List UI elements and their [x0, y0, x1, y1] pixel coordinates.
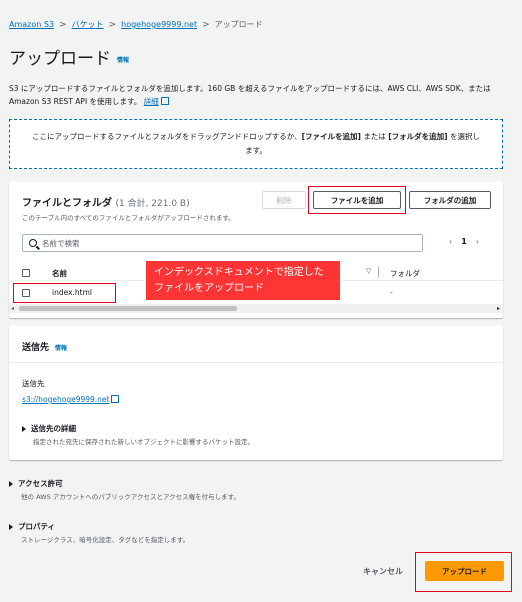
- destination-details-toggle[interactable]: 送信先の詳細: [22, 423, 76, 434]
- cancel-button[interactable]: キャンセル: [363, 566, 403, 577]
- drop-zone-add-folder: [フォルダを追加]: [388, 132, 448, 141]
- page-description: S3 にアップロードするファイルとフォルダを追加します。160 GB を超えるフ…: [9, 82, 509, 108]
- destination-label: 送信先: [22, 379, 45, 388]
- scroll-left-icon[interactable]: ◂: [11, 305, 14, 312]
- breadcrumb-amazon-s3[interactable]: Amazon S3: [9, 20, 54, 29]
- annotation-callout: インデックスドキュメントで指定したファイルをアップロード: [145, 260, 341, 301]
- delete-button[interactable]: 削除: [262, 191, 306, 209]
- permissions-desc: 他の AWS アカウントへのパブリックアクセスとアクセス権を付与します。: [21, 493, 240, 501]
- properties-toggle[interactable]: プロパティ: [9, 521, 55, 532]
- scrollbar-thumb[interactable]: [19, 306, 237, 311]
- search-input[interactable]: 名前で検索: [22, 234, 423, 252]
- add-folder-button[interactable]: フォルダの追加: [409, 191, 491, 209]
- chevron-right-icon: >: [59, 20, 67, 30]
- index-file-highlight: [13, 283, 116, 303]
- drop-zone-add-files: [ファイルを追加]: [301, 132, 361, 141]
- select-all-checkbox[interactable]: [22, 269, 30, 277]
- chevron-right-icon: >: [108, 20, 117, 30]
- destination-details-desc: 指定された宛先に保存された新しいオブジェクトに影響するバケット設定。: [33, 438, 254, 446]
- breadcrumb-bucket-name[interactable]: hogehoge9999.net: [121, 20, 197, 29]
- prev-page-icon[interactable]: ‹: [449, 237, 452, 246]
- destination-title-text: 送信先: [22, 343, 50, 353]
- row-folder: -: [390, 288, 393, 297]
- permissions-title: アクセス許可: [18, 479, 63, 488]
- caret-right-icon: [9, 481, 13, 487]
- sort-down-icon[interactable]: ▽: [366, 267, 371, 275]
- files-count: (1 合計, 221.0 B): [115, 199, 190, 209]
- caret-right-icon: [22, 426, 26, 432]
- drop-zone-middle: または: [360, 132, 389, 141]
- learn-more-link[interactable]: 詳細: [144, 97, 159, 106]
- files-panel-subtitle: このテーブル内のすべてのファイルとフォルダがアップロードされます。: [22, 214, 235, 222]
- files-panel-title-text: ファイルとフォルダ: [22, 198, 112, 209]
- page-number[interactable]: 1: [461, 237, 467, 246]
- external-link-icon: [111, 395, 120, 403]
- breadcrumb-buckets[interactable]: バケット: [72, 20, 104, 29]
- upload-highlight: [415, 552, 512, 592]
- permissions-toggle[interactable]: アクセス許可: [9, 478, 63, 489]
- column-header-folder[interactable]: フォルダ: [390, 268, 420, 279]
- destination-info-link[interactable]: 情報: [55, 345, 67, 352]
- pagination: ‹ 1 ›: [449, 237, 479, 246]
- drop-zone-text: ここにアップロードするファイルとフォルダをドラッグアンドドロップするか、[ファイ…: [30, 130, 482, 158]
- column-header-name[interactable]: 名前: [52, 268, 67, 279]
- drop-zone[interactable]: ここにアップロードするファイルとフォルダをドラッグアンドドロップするか、[ファイ…: [9, 119, 503, 169]
- destination-link-wrap: s3://hogehoge9999.net: [22, 394, 120, 404]
- search-placeholder: 名前で検索: [42, 238, 80, 248]
- external-link-icon: [160, 97, 169, 105]
- page-title-text: アップロード: [9, 49, 111, 69]
- destination-panel: 送信先 情報 送信先 s3://hogehoge9999.net 送信先の詳細 指…: [9, 326, 503, 460]
- caret-right-icon: [9, 524, 13, 530]
- search-icon: [29, 239, 37, 247]
- chevron-right-icon: >: [202, 20, 210, 30]
- page-title: アップロード 情報: [9, 44, 129, 69]
- add-files-highlight: [308, 186, 406, 214]
- divider: [9, 362, 503, 363]
- info-link[interactable]: 情報: [117, 57, 129, 64]
- files-panel-title: ファイルとフォルダ (1 合計, 221.0 B): [22, 194, 190, 209]
- properties-desc: ストレージクラス、暗号化設定、タグなどを指定します。: [21, 536, 190, 544]
- scroll-right-icon[interactable]: ▸: [497, 305, 500, 312]
- next-page-icon[interactable]: ›: [476, 237, 479, 246]
- destination-link[interactable]: s3://hogehoge9999.net: [22, 395, 109, 404]
- drop-zone-text-before: ここにアップロードするファイルとフォルダをドラッグアンドドロップするか、: [32, 132, 302, 141]
- breadcrumb-current: アップロード: [214, 20, 263, 29]
- description-text: S3 にアップロードするファイルとフォルダを追加します。160 GB を超えるフ…: [9, 84, 491, 106]
- properties-title: プロパティ: [18, 522, 56, 531]
- breadcrumb: Amazon S3 > バケット > hogehoge9999.net > アップロード: [9, 19, 263, 30]
- column-divider: [378, 266, 379, 278]
- destination-details-title: 送信先の詳細: [31, 424, 76, 433]
- horizontal-scrollbar[interactable]: ◂ ▸: [9, 304, 503, 313]
- destination-title: 送信先 情報: [22, 340, 67, 353]
